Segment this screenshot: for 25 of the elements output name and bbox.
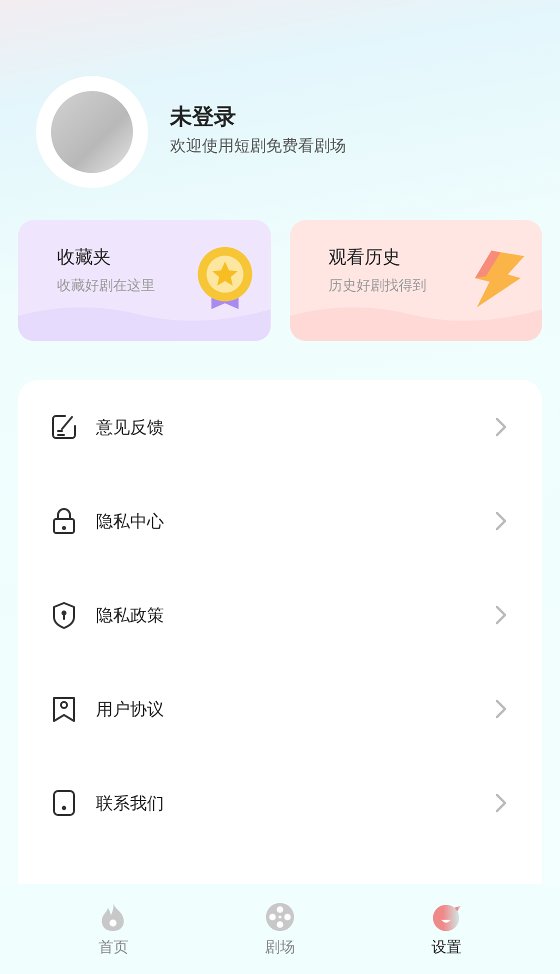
shortcut-card[interactable]: 收藏夹 收藏好剧在这里 <box>18 220 270 341</box>
welcome-text: 欢迎使用短剧免费看剧场 <box>170 136 346 156</box>
card-subtitle: 历史好剧找得到 <box>328 277 428 295</box>
menu-item[interactable]: 隐私中心 <box>18 474 542 568</box>
chevron-icon <box>495 793 507 813</box>
shield-icon <box>50 601 78 629</box>
nav-tab[interactable]: 设置 <box>406 902 487 956</box>
menu-item[interactable]: 意见反馈 <box>18 380 542 474</box>
card-subtitle: 收藏好剧在这里 <box>57 277 156 295</box>
card-title: 观看历史 <box>328 246 402 269</box>
menu-item[interactable]: 联系我们 <box>18 756 542 850</box>
card-title: 收藏夹 <box>57 246 112 269</box>
chevron-icon <box>495 605 507 625</box>
menu-item[interactable]: 隐私政策 <box>18 568 542 662</box>
document-icon <box>50 695 78 723</box>
lock-icon <box>50 507 78 535</box>
menu-item[interactable]: 用户协议 <box>18 662 542 756</box>
edit-icon <box>50 413 78 441</box>
phone-icon <box>50 789 78 817</box>
shortcut-card[interactable]: 观看历史 历史好剧找得到 <box>290 220 542 341</box>
login-status[interactable]: 未登录 <box>170 102 346 132</box>
chevron-icon <box>495 417 507 437</box>
chevron-icon <box>495 511 507 531</box>
film-reel-icon <box>264 902 295 932</box>
chevron-icon <box>495 699 507 719</box>
